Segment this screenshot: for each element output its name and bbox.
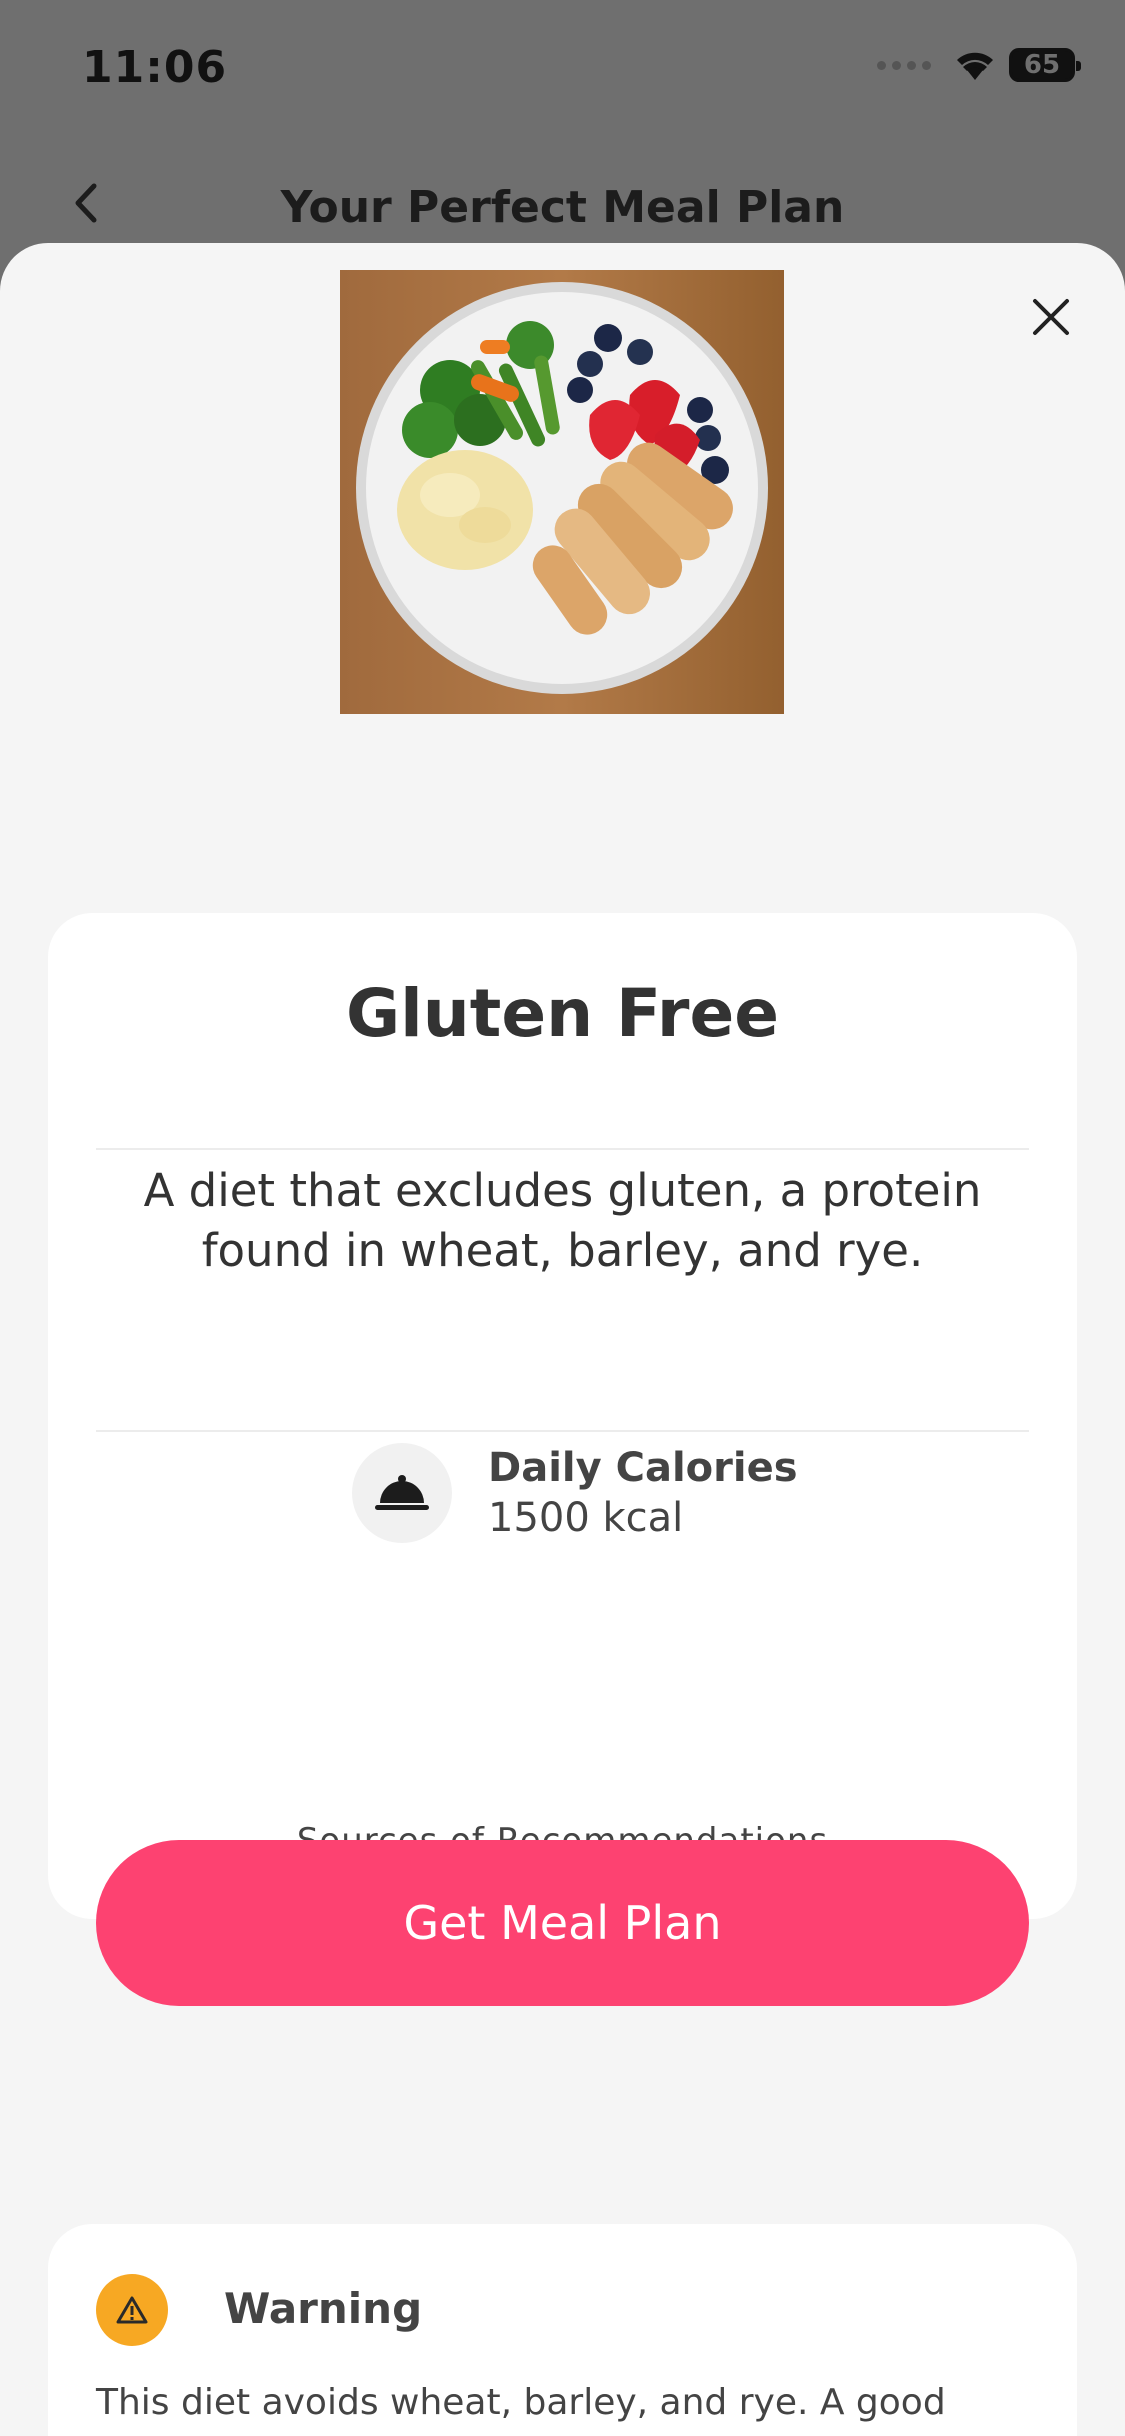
nav-bar: Your Perfect Meal Plan [0, 160, 1125, 250]
get-meal-plan-button[interactable]: Get Meal Plan [96, 1840, 1029, 2006]
diet-description: A diet that excludes gluten, a protein f… [143, 1164, 982, 1277]
status-bar: 11:06 65 [0, 0, 1125, 140]
status-icons: 65 [877, 48, 1081, 82]
meal-plate-image [340, 270, 784, 714]
calories-label: Daily Calories [488, 1445, 798, 1491]
battery-icon: 65 [1009, 48, 1081, 82]
wifi-icon [957, 52, 993, 80]
close-icon[interactable] [1021, 287, 1081, 347]
status-time: 11:06 [82, 42, 228, 93]
calories-text: Daily Calories 1500 kcal [488, 1445, 798, 1541]
diet-title: Gluten Free [346, 975, 779, 1052]
divider [96, 1430, 1029, 1432]
calories-value: 1500 kcal [488, 1495, 684, 1541]
page-title: Your Perfect Meal Plan [280, 182, 845, 233]
warning-title: Warning [224, 2284, 423, 2333]
warning-card: Warning This diet avoids wheat, barley, … [48, 2224, 1077, 2436]
warning-text: This diet avoids wheat, barley, and rye.… [96, 2382, 946, 2423]
cellular-signal-icon [877, 60, 931, 70]
battery-level: 65 [1023, 50, 1061, 80]
diet-card: Gluten Free A diet that excludes gluten,… [48, 913, 1077, 1919]
cloche-icon [352, 1443, 452, 1543]
divider [96, 1148, 1029, 1150]
daily-calories: Daily Calories 1500 kcal [352, 1443, 798, 1543]
warning-icon [96, 2274, 168, 2346]
